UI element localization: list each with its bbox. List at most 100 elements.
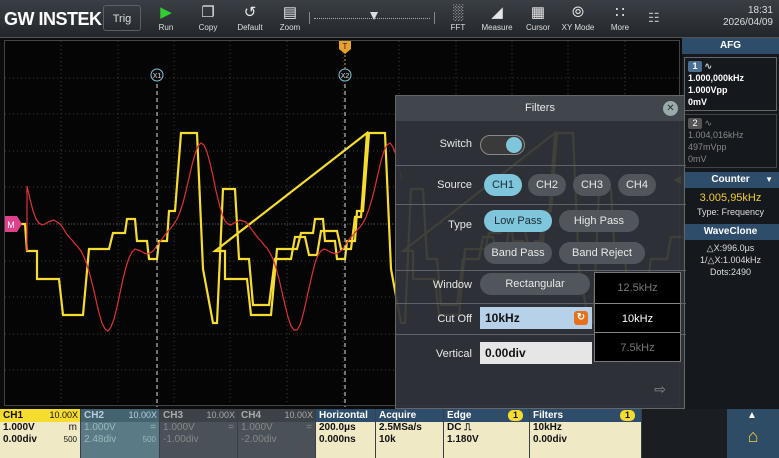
filters-panel[interactable]: Filters 1 10kHz 0.00div — [530, 409, 642, 458]
source-ch3-button[interactable]: CH3 — [573, 174, 611, 196]
source-ch2-button[interactable]: CH2 — [528, 174, 566, 196]
bottom-status-bar: CH1 10.00X 1.000V m 0.00div 500 CH2 10.00X 1… — [0, 409, 779, 458]
ch1-panel[interactable]: CH1 10.00X 1.000V m 0.00div 500 — [0, 409, 81, 458]
trig-button[interactable]: Trig — [103, 5, 141, 31]
ch4-name: CH4 — [241, 410, 262, 421]
ch2-panel[interactable]: CH2 10.00X 1.000V = 2.48div 500 — [81, 409, 160, 458]
ch3-panel[interactable]: CH3 10.00X 1.000V = -1.00div — [160, 409, 238, 458]
source-ch4-button[interactable]: CH4 — [618, 174, 656, 196]
refresh-icon[interactable]: ↻ — [574, 311, 588, 325]
fft-label: FFT — [450, 23, 466, 32]
default-icon: ↺ — [243, 4, 257, 21]
afg2-info[interactable]: 2 ∿ 1.004,016kHz 497mVpp 0mV — [684, 114, 777, 168]
clock-time: 18:31 — [747, 5, 773, 16]
ch2-offset-row: 2.48div 500 — [81, 434, 159, 446]
more-button[interactable]: ∷ More — [600, 3, 640, 35]
type-high-pass-button[interactable]: High Pass — [559, 210, 639, 232]
afg-header[interactable]: AFG — [682, 38, 779, 54]
edge-trigger-panel[interactable]: Edge 1 DC ⎍ 1.180V — [444, 409, 530, 458]
cursor-label: Cursor — [525, 23, 550, 32]
run-button[interactable]: ▶ Run — [146, 3, 186, 35]
counter-header[interactable]: Counter ▼ — [682, 172, 779, 188]
counter-value: 3.005,95kHz — [699, 192, 762, 204]
zoom-button[interactable]: ▤ Zoom — [270, 3, 310, 35]
close-icon[interactable]: ✕ — [663, 101, 678, 116]
exit-icon[interactable]: ⇨ — [654, 381, 666, 398]
chevron-down-icon: ▼ — [765, 175, 773, 184]
ch2-offset: 2.48div — [84, 434, 117, 445]
cursor-button[interactable]: ▦ Cursor — [518, 3, 558, 35]
default-label: Default — [237, 23, 263, 32]
dropdown-option-12-5khz[interactable]: 12.5kHz — [595, 273, 680, 303]
horizontal-panel[interactable]: Horizontal 200.0μs 0.000ns — [316, 409, 376, 458]
cursor-x1-label: X1 — [153, 73, 162, 80]
window-select[interactable]: Rectangular — [480, 273, 590, 295]
ch4-coupling: = — [306, 422, 312, 433]
ground-marker: M — [5, 216, 22, 232]
edge-coupling: DC ⎍ — [447, 422, 472, 433]
source-label: Source — [437, 179, 472, 191]
afg2-frequency: 1.004,016kHz — [688, 130, 744, 140]
default-button[interactable]: ↺ Default — [230, 3, 270, 35]
copy-button[interactable]: ❐ Copy — [188, 3, 228, 35]
ch2-probe: 10.00X — [128, 410, 157, 420]
edge-level: 1.180V — [447, 434, 479, 445]
dropdown-option-7-5khz[interactable]: 7.5kHz — [595, 333, 680, 363]
measure-label: Measure — [481, 23, 513, 32]
sine-wave-icon: ∿ — [704, 118, 713, 128]
copy-label: Copy — [198, 23, 218, 32]
play-icon: ▶ — [160, 4, 172, 21]
afg-title: AFG — [719, 40, 742, 51]
ch4-offset: -2.00div — [241, 434, 277, 445]
ch2-coupling: = — [150, 422, 156, 433]
cutoff-dropdown[interactable]: 12.5kHz 10kHz 7.5kHz — [594, 272, 681, 362]
xy-mode-icon: ⦾ — [571, 4, 584, 21]
horizontal-position: 0.000ns — [319, 434, 356, 445]
ch2-bw: 500 — [142, 435, 156, 444]
ch3-scale-row: 1.000V = — [160, 422, 237, 434]
divider — [396, 165, 686, 166]
dialog-title: Filters — [525, 102, 555, 114]
toggle-knob — [506, 137, 522, 153]
zoom-icon: ▤ — [282, 4, 298, 21]
ch2-name: CH2 — [84, 410, 105, 421]
cursor-x2-label: X2 — [341, 73, 350, 80]
sine-wave-icon: ∿ — [704, 61, 713, 71]
ch1-bw: 500 — [63, 435, 77, 444]
afg1-info[interactable]: 1 ∿ 1.000,000kHz 1.000Vpp 0mV — [684, 57, 777, 111]
vertical-field[interactable]: 0.00div — [480, 342, 592, 364]
ground-label: M — [7, 220, 15, 230]
ch4-probe: 10.00X — [284, 410, 313, 420]
acquire-title: Acquire — [376, 409, 443, 422]
memory-position-bar[interactable] — [309, 12, 435, 24]
chevron-up-icon: ▲ — [747, 410, 757, 421]
filters-title: Filters — [533, 410, 564, 421]
source-ch1-button[interactable]: CH1 — [484, 174, 522, 196]
network-icon: ☷ — [648, 10, 660, 25]
filter-switch-toggle[interactable] — [480, 135, 525, 155]
dropdown-option-10khz[interactable]: 10kHz — [595, 303, 680, 333]
acquire-panel[interactable]: Acquire 2.5MSa/s 10k — [376, 409, 444, 458]
vertical-label: Vertical — [435, 348, 472, 360]
afg2-offset: 0mV — [688, 154, 707, 164]
cutoff-field[interactable]: 10kHz ↻ — [480, 307, 592, 329]
afg2-amplitude: 497mVpp — [688, 142, 727, 152]
ch4-scale: 1.000V — [241, 422, 273, 433]
more-icon: ∷ — [615, 4, 625, 21]
ch4-header: CH4 10.00X — [238, 409, 315, 422]
divider — [396, 270, 686, 271]
acquire-length: 10k — [379, 434, 396, 445]
ch4-panel[interactable]: CH4 10.00X 1.000V = -2.00div — [238, 409, 316, 458]
fft-button[interactable]: ░ FFT — [438, 3, 478, 35]
clock: 18:31 2026/04/09 — [723, 5, 773, 29]
measure-button[interactable]: ◢ Measure — [477, 3, 517, 35]
type-band-pass-button[interactable]: Band Pass — [484, 242, 552, 264]
home-button[interactable]: ▲ ⌂ — [727, 409, 779, 458]
home-icon: ⌂ — [747, 426, 759, 446]
type-band-reject-button[interactable]: Band Reject — [559, 242, 645, 264]
type-low-pass-button[interactable]: Low Pass — [484, 210, 552, 232]
waveclone-header[interactable]: WaveClone — [682, 224, 779, 240]
cursor-x1-marker: X1 — [150, 68, 164, 82]
xy-mode-button[interactable]: ⦾ XY Mode — [558, 3, 598, 35]
ch1-scale: 1.000V — [3, 422, 35, 433]
